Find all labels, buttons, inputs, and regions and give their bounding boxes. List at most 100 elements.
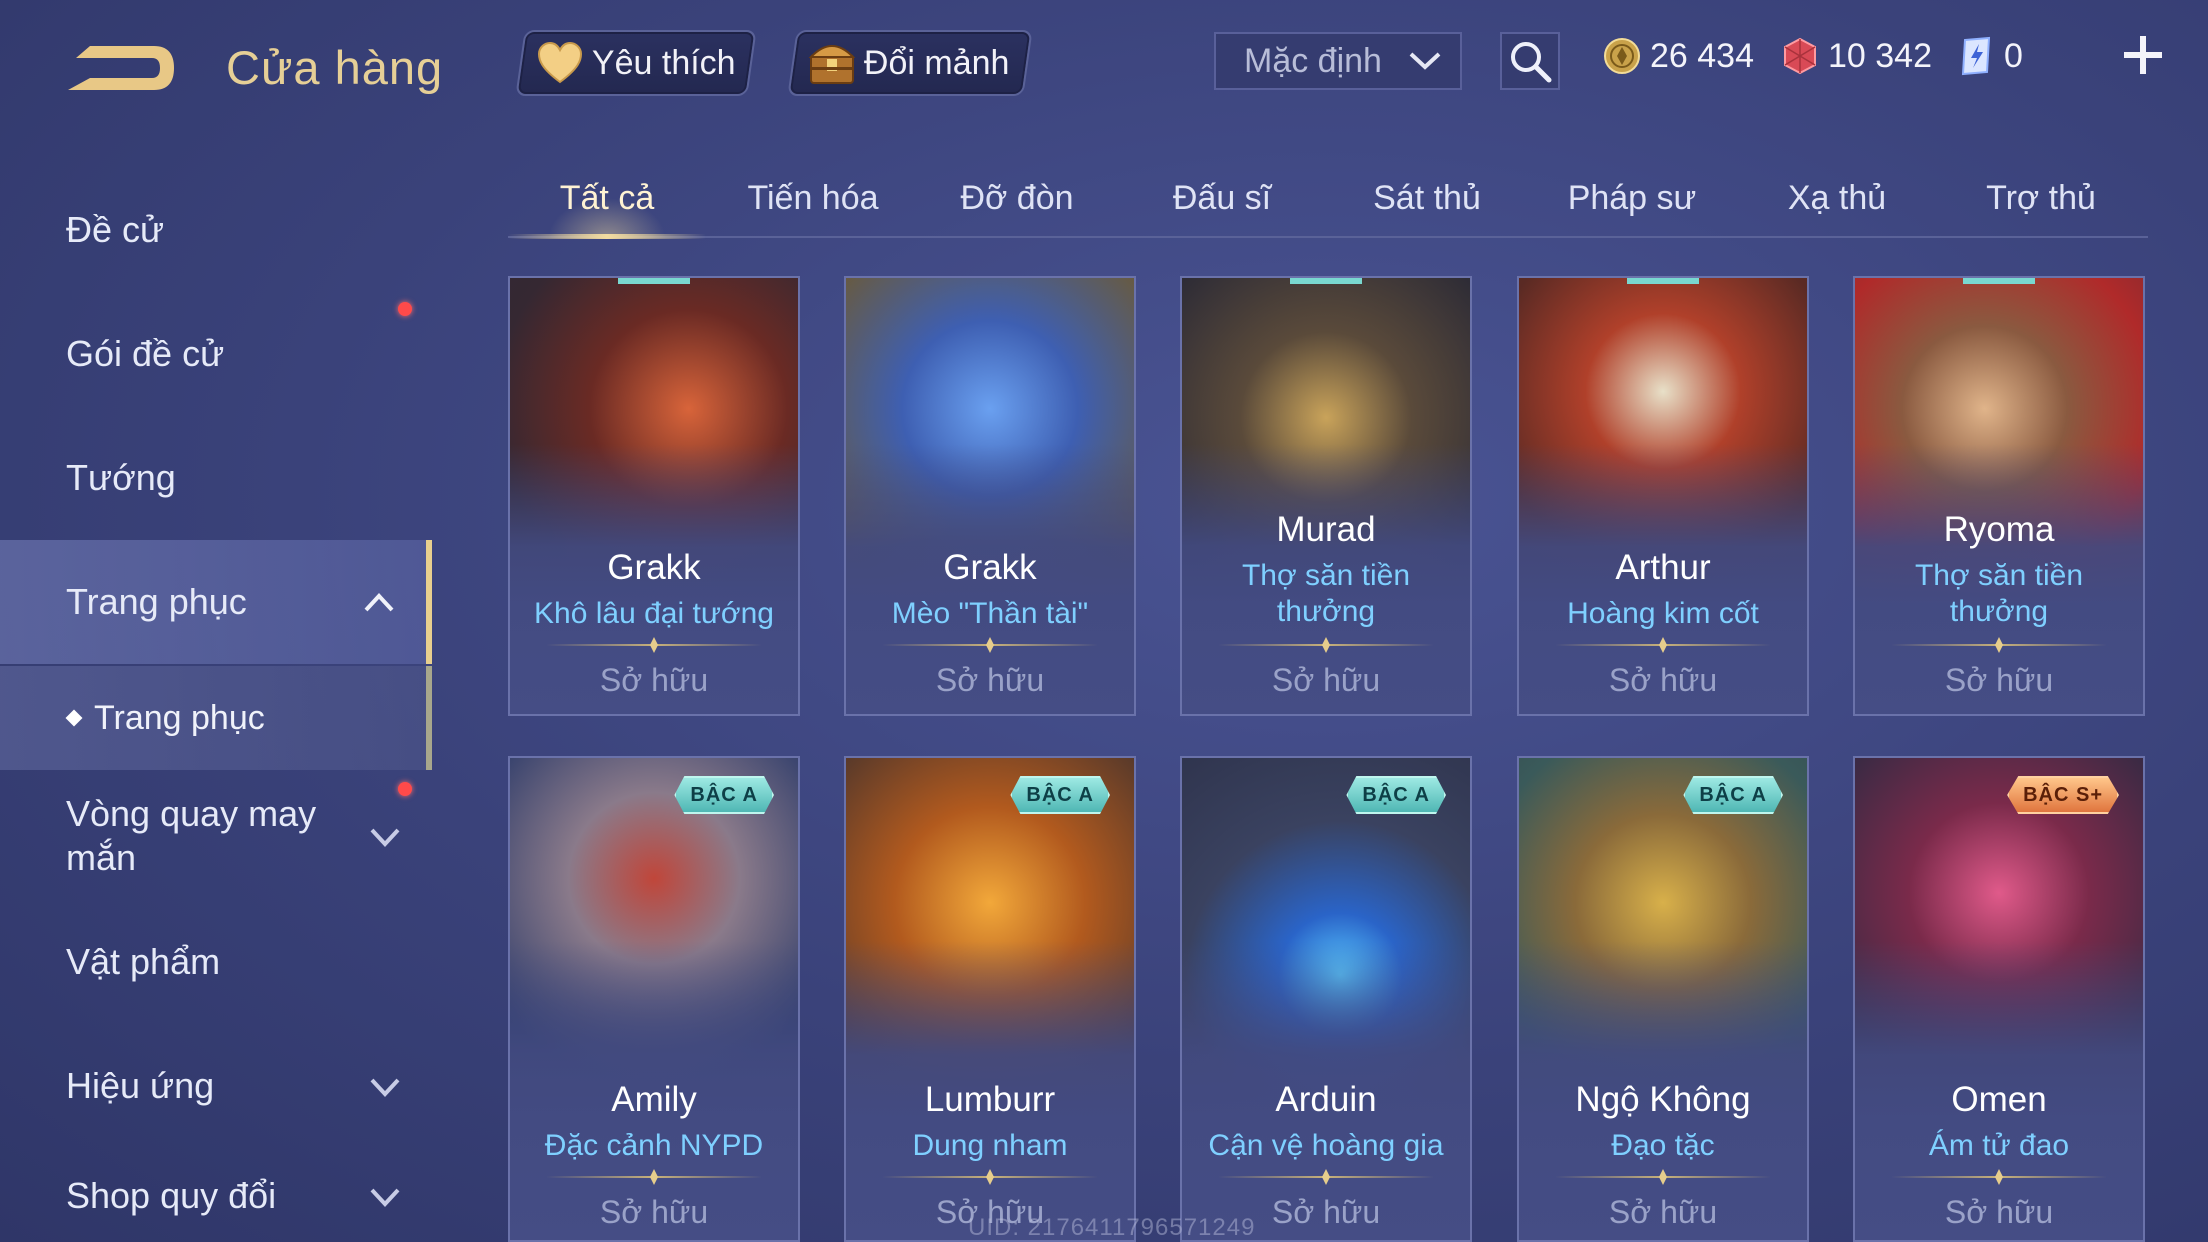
chevron-down-icon: [370, 1078, 400, 1097]
notification-dot: [398, 782, 412, 796]
sidebar-item-exchange-shop[interactable]: Shop quy đổi: [0, 1150, 432, 1242]
hero-name: Ngộ Không: [1575, 1080, 1751, 1119]
skin-name: Đặc cảnh NYPD: [544, 1129, 764, 1162]
tab-mage[interactable]: Pháp sư: [1533, 160, 1731, 236]
back-button[interactable]: [62, 32, 182, 102]
heart-icon: [534, 39, 586, 87]
hero-name: Arthur: [1615, 548, 1711, 587]
skin-name: Cận vệ hoàng gia: [1208, 1129, 1444, 1162]
sidebar-item-label: Vòng quay may mắn: [66, 793, 317, 878]
sidebar-item-heroes[interactable]: Tướng: [0, 418, 432, 538]
tab-fighter[interactable]: Đấu sĩ: [1123, 160, 1321, 236]
card-top-accent: [1963, 278, 2035, 284]
card-top-accent: [1290, 278, 1362, 284]
shard-exchange-label: Đổi mảnh: [864, 43, 1010, 82]
skin-card[interactable]: BẬC A Amily Đặc cảnh NYPD Sở hữu: [508, 756, 800, 1242]
hero-name: Grakk: [943, 548, 1037, 587]
tab-all[interactable]: Tất cả: [508, 160, 706, 239]
hero-name: Omen: [1951, 1080, 2047, 1119]
sort-value: Mặc định: [1244, 41, 1382, 80]
sidebar-subitem-label: Trang phục: [94, 698, 265, 737]
owned-status: Sở hữu: [599, 1194, 709, 1230]
card-divider: [1555, 637, 1771, 653]
card-divider: [882, 1169, 1098, 1185]
hero-name: Murad: [1276, 510, 1376, 549]
skin-name: Khô lâu đại tướng: [534, 597, 774, 630]
tab-support[interactable]: Trợ thủ: [1942, 160, 2140, 236]
back-arrow-icon: [68, 46, 174, 90]
skin-name: Ám tử đao: [1928, 1129, 2070, 1162]
tier-badge: BẬC A: [1010, 776, 1110, 814]
favorites-button[interactable]: Yêu thích: [515, 30, 757, 96]
owned-status: Sở hữu: [1608, 662, 1718, 698]
tier-badge: BẬC A: [1683, 776, 1783, 814]
sidebar-item-featured-bundles[interactable]: Gói đề cử: [0, 294, 432, 414]
skin-card[interactable]: Grakk Mèo "Thần tài" Sở hữu: [844, 276, 1136, 716]
chevron-down-icon: [1409, 52, 1441, 70]
plus-icon: [2124, 36, 2162, 74]
card-top-accent: [1627, 278, 1699, 284]
voucher-balance: 0: [1956, 36, 2023, 76]
sidebar-item-label: Gói đề cử: [66, 333, 225, 374]
skin-card[interactable]: Arthur Hoàng kim cốt Sở hữu: [1517, 276, 1809, 716]
shard-exchange-button[interactable]: Đổi mảnh: [787, 30, 1033, 96]
skin-card[interactable]: Grakk Khô lâu đại tướng Sở hữu: [508, 276, 800, 716]
sidebar-item-label: Đề cử: [66, 209, 165, 250]
search-button[interactable]: [1500, 32, 1560, 90]
tab-tank[interactable]: Đỡ đòn: [918, 160, 1116, 236]
sidebar-item-effects[interactable]: Hiệu ứng: [0, 1026, 432, 1146]
tab-assassin[interactable]: Sát thủ: [1328, 160, 1526, 236]
chevron-down-icon: [370, 828, 400, 847]
category-tabs: Tất cả Tiến hóa Đỡ đòn Đấu sĩ Sát thủ Ph…: [508, 160, 2148, 239]
sidebar-item-label: Tướng: [66, 457, 176, 498]
hero-name: Ryoma: [1943, 510, 2055, 549]
treasure-chest-icon: [806, 39, 858, 87]
favorites-label: Yêu thích: [592, 43, 736, 82]
user-id-watermark: UID: 2176411796571249: [968, 1214, 1256, 1241]
skin-card[interactable]: BẬC A Ngộ Không Đạo tặc Sở hữu: [1517, 756, 1809, 1242]
owned-status: Sở hữu: [935, 662, 1045, 698]
sidebar-item-lucky-spin[interactable]: Vòng quay may mắn: [0, 774, 432, 898]
skin-name: Mèo "Thần tài": [891, 597, 1089, 630]
sidebar-item-featured[interactable]: Đề cử: [0, 170, 432, 290]
sidebar-item-items[interactable]: Vật phẩm: [0, 902, 432, 1022]
gold-coin-icon: [1602, 36, 1642, 76]
sidebar-item-skins[interactable]: Trang phục: [0, 540, 432, 664]
skin-card[interactable]: Murad Thợ săn tiền thưởng Sở hữu: [1180, 276, 1472, 716]
card-divider: [1555, 1169, 1771, 1185]
tab-marksman[interactable]: Xạ thủ: [1738, 160, 1936, 236]
page-title: Cửa hàng: [226, 41, 444, 94]
hero-name: Amily: [611, 1080, 697, 1119]
tab-evolution[interactable]: Tiến hóa: [714, 160, 912, 236]
bullet-diamond-icon: [65, 709, 83, 727]
card-divider: [546, 637, 762, 653]
hero-name: Grakk: [607, 548, 701, 587]
add-currency-button[interactable]: [2118, 30, 2168, 80]
ruby-amount: 10 342: [1828, 36, 1932, 75]
ruby-icon: [1780, 36, 1820, 76]
skin-name: Hoàng kim cốt: [1567, 597, 1759, 630]
card-divider: [546, 1169, 762, 1185]
hero-name: Lumburr: [924, 1080, 1056, 1119]
skin-card[interactable]: Ryoma Thợ săn tiền thưởng Sở hữu: [1853, 276, 2145, 716]
tier-badge: BẬC S+: [2007, 776, 2119, 814]
hero-name: Arduin: [1275, 1080, 1377, 1119]
notification-dot: [398, 302, 412, 316]
skin-card[interactable]: BẬC A Arduin Cận vệ hoàng gia Sở hữu: [1180, 756, 1472, 1242]
sidebar: Đề cử Gói đề cử Tướng Trang phục Trang p…: [0, 170, 432, 1242]
sidebar-subitem-skins[interactable]: Trang phục: [0, 666, 432, 770]
tier-badge: BẬC A: [674, 776, 774, 814]
card-divider: [1218, 1169, 1434, 1185]
tier-badge: BẬC A: [1346, 776, 1446, 814]
skin-name: Thợ săn tiền thưởng: [1914, 559, 2084, 628]
sidebar-item-label: Hiệu ứng: [66, 1065, 215, 1106]
card-divider: [1891, 1169, 2107, 1185]
voucher-crystal-icon: [1956, 36, 1996, 76]
sort-dropdown[interactable]: Mặc định: [1214, 32, 1462, 90]
skin-card[interactable]: BẬC S+ Omen Ám tử đao Sở hữu: [1853, 756, 2145, 1242]
sidebar-item-label: Vật phẩm: [66, 941, 221, 982]
skin-card[interactable]: BẬC A Lumburr Dung nham Sở hữu: [844, 756, 1136, 1242]
ruby-balance: 10 342: [1780, 36, 1932, 76]
sidebar-item-label: Trang phục: [66, 581, 247, 622]
card-divider: [882, 637, 1098, 653]
